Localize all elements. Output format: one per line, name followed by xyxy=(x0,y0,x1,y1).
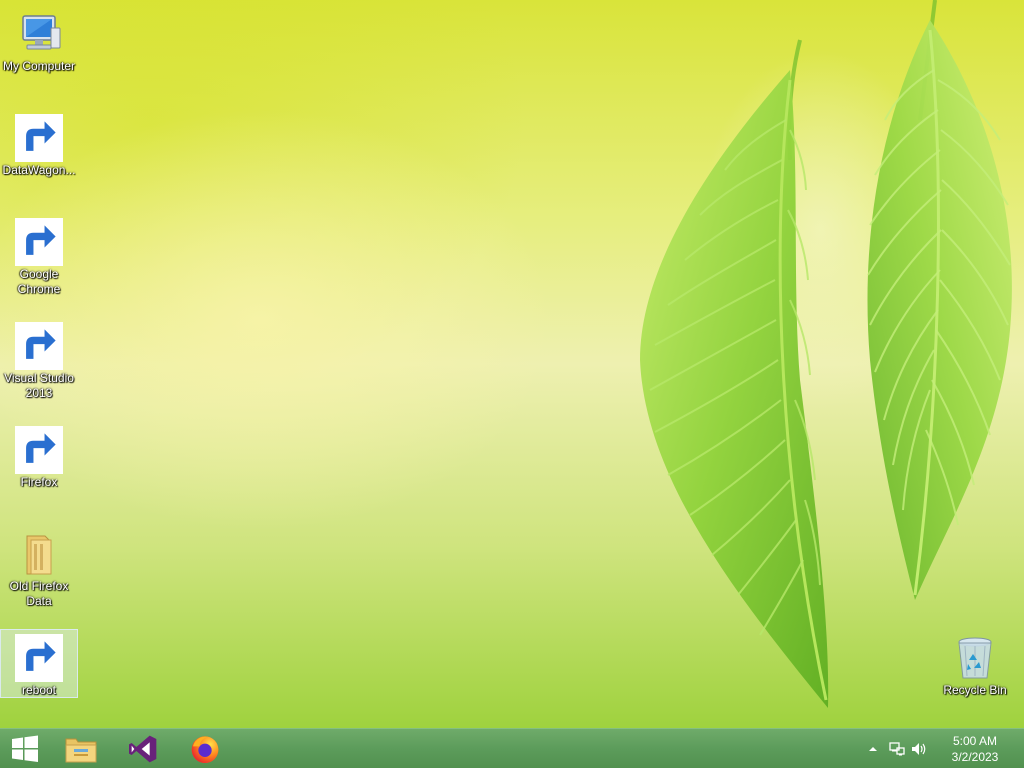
file-explorer-icon xyxy=(65,738,97,762)
desktop-icon-firefox[interactable]: Firefox xyxy=(1,422,77,490)
desktop[interactable]: My Computer DataWagon... Google Chrome V… xyxy=(0,0,1024,728)
taskbar-clock[interactable]: 5:00 AM 3/2/2023 xyxy=(940,733,1010,765)
shortcut-arrow-icon xyxy=(15,218,63,266)
firefox-icon xyxy=(191,735,219,763)
desktop-icon-label: Recycle Bin xyxy=(943,683,1007,697)
desktop-icon-label: Firefox xyxy=(20,475,58,489)
taskbar-file-explorer-button[interactable] xyxy=(53,729,109,768)
start-button[interactable] xyxy=(0,729,53,768)
network-tray-button[interactable] xyxy=(888,740,906,758)
windows-logo-icon xyxy=(12,735,38,762)
shortcut-arrow-icon xyxy=(15,114,63,162)
desktop-icon-label: Google Chrome xyxy=(17,267,61,296)
desktop-icon-label: Visual Studio 2013 xyxy=(4,371,74,400)
taskbar: 5:00 AM 3/2/2023 xyxy=(0,728,1024,768)
taskbar-visual-studio-button[interactable] xyxy=(115,729,171,768)
desktop-icon-my-computer[interactable]: My Computer xyxy=(1,6,77,74)
shortcut-arrow-icon xyxy=(15,634,63,682)
desktop-icon-visual-studio[interactable]: Visual Studio 2013 xyxy=(1,318,77,401)
visual-studio-icon xyxy=(129,735,157,762)
desktop-icon-old-firefox-data[interactable]: Old Firefox Data xyxy=(1,526,77,609)
folder-icon xyxy=(26,535,52,575)
clock-date: 3/2/2023 xyxy=(951,750,999,764)
chevron-up-icon xyxy=(869,747,877,751)
desktop-icon-label: DataWagon... xyxy=(2,163,76,177)
computer-icon xyxy=(22,15,61,50)
taskbar-firefox-button[interactable] xyxy=(177,729,233,768)
clock-time: 5:00 AM xyxy=(952,734,998,748)
desktop-icon-recycle-bin[interactable]: Recycle Bin xyxy=(937,630,1013,698)
desktop-icon-reboot[interactable]: reboot xyxy=(0,629,78,698)
desktop-icon-label: Old Firefox Data xyxy=(9,579,69,608)
desktop-icon-datawagon[interactable]: DataWagon... xyxy=(1,110,77,178)
volume-icon xyxy=(912,743,926,755)
desktop-icon-label: My Computer xyxy=(2,59,76,73)
system-tray: 5:00 AM 3/2/2023 xyxy=(864,729,1024,768)
volume-tray-button[interactable] xyxy=(910,740,928,758)
recycle-bin-icon xyxy=(958,637,992,679)
network-icon xyxy=(889,742,905,756)
show-hidden-icons-button[interactable] xyxy=(864,740,882,758)
shortcut-arrow-icon xyxy=(15,322,63,370)
wallpaper-leaves xyxy=(640,0,1012,708)
desktop-icon-label: reboot xyxy=(21,683,57,697)
shortcut-arrow-icon xyxy=(15,426,63,474)
desktop-icon-google-chrome[interactable]: Google Chrome xyxy=(1,214,77,297)
